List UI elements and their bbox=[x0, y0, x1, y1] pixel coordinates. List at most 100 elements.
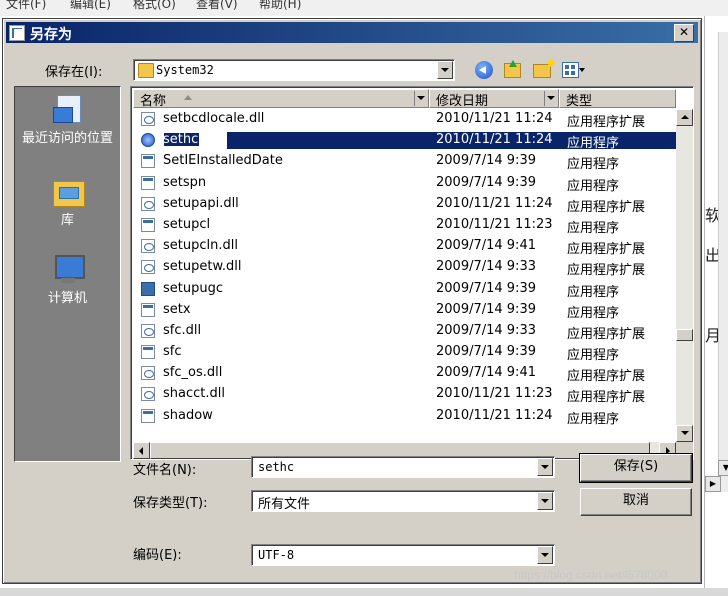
chevron-down-icon[interactable] bbox=[537, 492, 553, 510]
file-name: setspn bbox=[163, 174, 207, 190]
scroll-thumb[interactable] bbox=[676, 329, 693, 341]
bg-menu-help[interactable]: 帮助(H) bbox=[259, 0, 301, 12]
file-type: 应用程序扩展 bbox=[567, 369, 646, 385]
encoding-dropdown[interactable]: UTF-8 bbox=[251, 544, 555, 566]
file-date: 2009/7/14 9:39 bbox=[436, 344, 536, 360]
chevron-down-icon[interactable] bbox=[544, 91, 558, 106]
table-row[interactable]: setupcl 2010/11/21 11:23 应用程序 bbox=[133, 215, 676, 236]
filetype-value: 所有文件 bbox=[258, 497, 311, 512]
file-type: 应用程序 bbox=[567, 157, 620, 173]
column-header-type[interactable]: 类型 bbox=[559, 89, 676, 109]
vertical-scrollbar[interactable] bbox=[676, 109, 693, 442]
file-name: sfc bbox=[163, 344, 182, 360]
file-date: 2010/11/21 11:23 bbox=[436, 386, 553, 402]
file-date: 2009/7/14 9:33 bbox=[436, 259, 536, 275]
table-row[interactable]: setupetw.dll 2009/7/14 9:33 应用程序扩展 bbox=[133, 257, 676, 278]
bg-scroll-right-icon[interactable]: ▶ bbox=[705, 476, 721, 492]
up-one-level-button[interactable] bbox=[501, 59, 523, 81]
file-date: 2009/7/14 9:39 bbox=[436, 153, 536, 169]
column-header-date[interactable]: 修改日期 bbox=[429, 89, 559, 109]
new-folder-button[interactable] bbox=[531, 59, 553, 81]
dialog-title: 另存为 bbox=[30, 27, 72, 43]
file-name: sfc_os.dll bbox=[163, 365, 223, 381]
bg-menu-format[interactable]: 格式(O) bbox=[133, 0, 176, 12]
table-row[interactable]: setupcln.dll 2009/7/14 9:41 应用程序扩展 bbox=[133, 236, 676, 257]
file-type: 应用程序 bbox=[567, 284, 620, 300]
file-list[interactable]: 名称 修改日期 类型 setbcdlocale.dll 2010/11/21 11… bbox=[130, 86, 694, 460]
scroll-down-icon[interactable] bbox=[676, 425, 693, 442]
libraries-icon bbox=[51, 175, 85, 209]
exe-file-icon bbox=[141, 345, 155, 360]
background-app-right: 软 出 月 ▼ ▶ bbox=[704, 16, 728, 596]
background-menubar: 文件(F) 编辑(E) 格式(O) 查看(V) 帮助(H) bbox=[0, 0, 728, 16]
background-taskbar-strip bbox=[0, 588, 728, 596]
save-button[interactable]: 保存(S) bbox=[579, 453, 693, 483]
file-date: 2009/7/14 9:33 bbox=[436, 322, 536, 338]
dll-file-icon bbox=[141, 387, 155, 402]
table-row[interactable]: setupugc 2009/7/14 9:39 应用程序 bbox=[133, 279, 676, 300]
close-button[interactable]: ✕ bbox=[674, 24, 694, 42]
filename-input[interactable]: sethc bbox=[251, 456, 555, 478]
column-name-label: 名称 bbox=[140, 94, 167, 109]
table-row[interactable]: sfc.dll 2009/7/14 9:33 应用程序扩展 bbox=[133, 321, 676, 342]
recent-places-icon bbox=[51, 93, 85, 127]
file-type: 应用程序 bbox=[567, 220, 620, 236]
scroll-up-icon[interactable] bbox=[676, 109, 693, 126]
file-name: shadow bbox=[163, 407, 213, 423]
dll-file-icon bbox=[141, 323, 155, 338]
file-type: 应用程序扩展 bbox=[567, 326, 646, 342]
table-row[interactable]: setspn 2009/7/14 9:39 应用程序 bbox=[133, 173, 676, 194]
bg-menu-file[interactable]: 文件(F) bbox=[6, 0, 46, 12]
file-name: setupapi.dll bbox=[163, 195, 239, 211]
folder-icon bbox=[138, 63, 154, 78]
place-recent[interactable]: 最近访问的位置 bbox=[15, 93, 120, 146]
file-type: 应用程序 bbox=[567, 305, 620, 321]
encoding-label: 编码(E): bbox=[133, 548, 182, 563]
file-type: 应用程序 bbox=[567, 136, 620, 152]
place-computer[interactable]: 计算机 bbox=[15, 253, 120, 306]
file-row-selected[interactable]: sethc 2010/11/21 11:24 应用程序 bbox=[133, 130, 677, 152]
chevron-down-icon[interactable] bbox=[537, 546, 553, 564]
column-header-name[interactable]: 名称 bbox=[133, 89, 429, 109]
table-row[interactable]: SetIEInstalledDate 2009/7/14 9:39 应用程序 bbox=[133, 151, 676, 172]
back-button[interactable] bbox=[473, 59, 495, 81]
file-date: 2010/11/21 11:24 bbox=[436, 407, 553, 423]
file-name: sfc.dll bbox=[163, 322, 202, 338]
dll-file-icon bbox=[141, 366, 155, 381]
table-row[interactable]: sfc_os.dll 2009/7/14 9:41 应用程序扩展 bbox=[133, 363, 676, 384]
up-folder-icon bbox=[504, 60, 521, 78]
exe-file-icon bbox=[141, 154, 155, 169]
chevron-down-icon[interactable] bbox=[414, 91, 428, 106]
filetype-dropdown[interactable]: 所有文件 bbox=[251, 490, 555, 512]
table-row[interactable]: sfc 2009/7/14 9:39 应用程序 bbox=[133, 342, 676, 363]
exe-file-icon bbox=[141, 408, 155, 423]
table-row[interactable]: shacct.dll 2010/11/21 11:23 应用程序扩展 bbox=[133, 384, 676, 405]
table-row[interactable]: setupapi.dll 2010/11/21 11:24 应用程序扩展 bbox=[133, 194, 676, 215]
bg-menu-edit[interactable]: 编辑(E) bbox=[70, 0, 111, 12]
views-menu-button[interactable] bbox=[561, 59, 591, 81]
watermark: https://blog.csdn.net/l578000 bbox=[514, 568, 668, 582]
place-libraries[interactable]: 库 bbox=[15, 175, 120, 228]
column-date-label: 修改日期 bbox=[436, 94, 489, 109]
chevron-down-icon[interactable] bbox=[437, 61, 453, 79]
table-row[interactable]: setx 2009/7/14 9:39 应用程序 bbox=[133, 300, 676, 321]
exe-file-icon bbox=[141, 217, 155, 232]
filename-value: sethc bbox=[258, 460, 295, 474]
chevron-down-icon[interactable] bbox=[537, 458, 553, 476]
dll-file-icon bbox=[141, 196, 155, 211]
exe-file-icon bbox=[141, 302, 155, 317]
file-name: setx bbox=[163, 301, 191, 317]
table-row[interactable]: shadow 2010/11/21 11:24 应用程序 bbox=[133, 406, 676, 427]
sort-ascending-icon bbox=[184, 95, 192, 100]
save-in-dropdown[interactable]: System32 bbox=[133, 59, 455, 81]
table-row[interactable]: setbcdlocale.dll 2010/11/21 11:24 应用程序扩展 bbox=[133, 109, 676, 130]
bg-menu-view[interactable]: 查看(V) bbox=[196, 0, 238, 12]
scroll-left-icon[interactable] bbox=[133, 442, 150, 459]
file-date: 2009/7/14 9:39 bbox=[436, 174, 536, 190]
bg-scroll-down-icon[interactable]: ▼ bbox=[718, 460, 728, 476]
file-name: setbcdlocale.dll bbox=[163, 111, 265, 126]
cancel-button[interactable]: 取消 bbox=[580, 488, 692, 516]
bg-scrollbar[interactable] bbox=[718, 32, 728, 492]
file-type: 应用程序扩展 bbox=[567, 115, 646, 130]
dialog-titlebar[interactable]: 另存为 ✕ bbox=[6, 22, 698, 43]
